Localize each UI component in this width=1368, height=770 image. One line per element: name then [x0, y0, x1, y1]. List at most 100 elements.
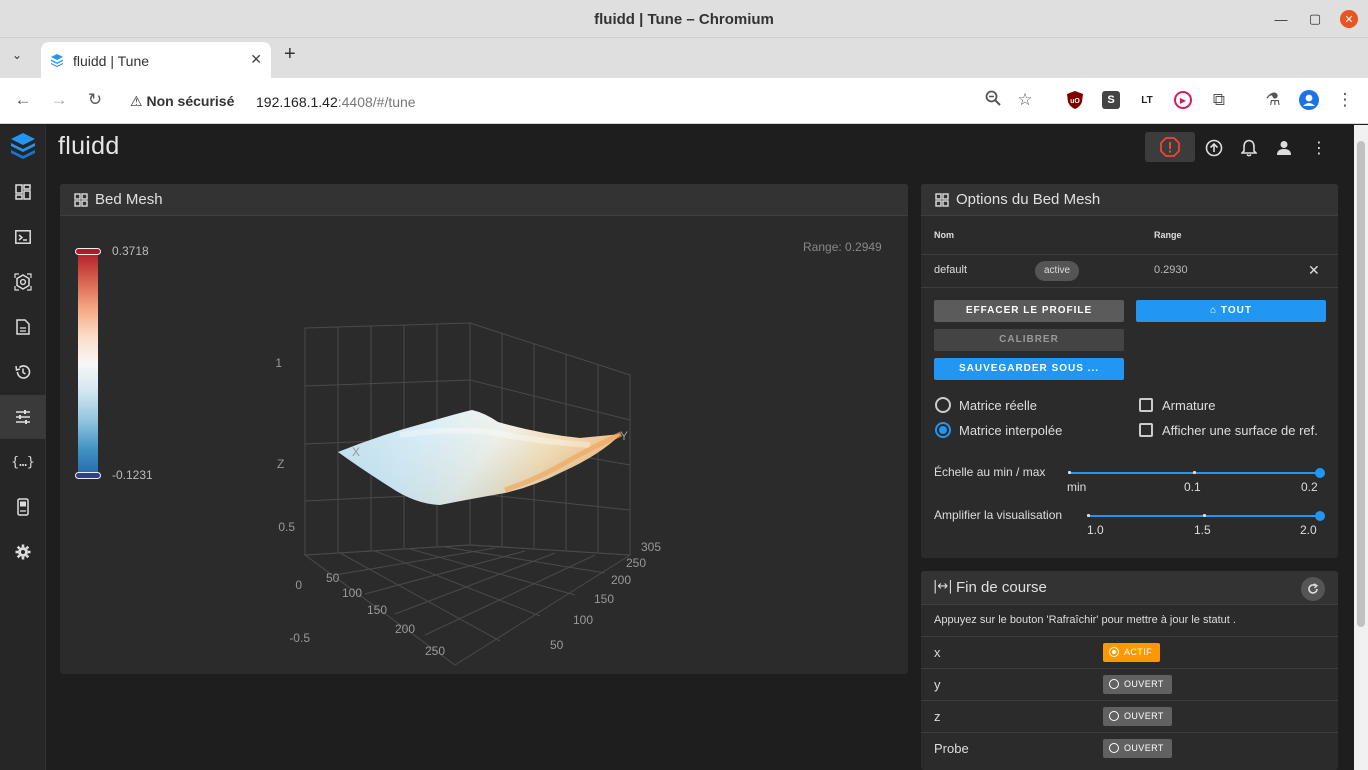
back-icon[interactable]: ← — [12, 90, 34, 112]
nav-dashboard[interactable] — [0, 170, 46, 214]
endstop-axis-label: y — [934, 677, 941, 692]
x-axis-label: X — [352, 445, 360, 459]
radio-interpolated-matrix[interactable] — [935, 422, 951, 438]
ublock-icon[interactable]: uO — [1066, 91, 1084, 109]
settings-icon — [15, 544, 31, 560]
endstop-axis-label: z — [934, 709, 941, 724]
refresh-icon — [1308, 583, 1319, 594]
color-scale-min-label: -0.1231 — [112, 468, 153, 482]
history-icon — [15, 365, 31, 379]
security-indicator[interactable]: ⚠ Non sécurisé — [130, 93, 234, 110]
clear-profile-button[interactable]: EFFACER LE PROFILE — [934, 300, 1124, 322]
jobs-icon — [16, 319, 30, 335]
amplify-tick-max: 2.0 — [1300, 523, 1317, 537]
z-tick-label: 0.5 — [278, 520, 295, 534]
radio-real-matrix[interactable] — [935, 397, 951, 413]
extensions-puzzle-icon[interactable]: ⧉ — [1208, 90, 1230, 112]
address-bar[interactable]: ⚠ Non sécurisé 192.168.1.42:4408/#/tune — [120, 84, 1044, 118]
refresh-endstops-button[interactable] — [1301, 577, 1325, 601]
amplify-slider-thumb[interactable] — [1315, 511, 1325, 521]
minimize-icon[interactable]: — — [1272, 10, 1290, 28]
endstops-card: |↔| Fin de course Appuyez sur le bouton … — [921, 571, 1338, 770]
y-tick: 50 — [550, 638, 564, 652]
nav-console[interactable] — [0, 215, 46, 259]
macros-icon: {…} — [11, 454, 35, 470]
languagetool-icon[interactable]: LT — [1138, 91, 1156, 109]
nav-macros[interactable]: {…} — [0, 440, 46, 484]
x-tick: 100 — [342, 586, 363, 600]
close-window-icon[interactable]: ✕ — [1340, 10, 1358, 28]
checkbox-wireframe-label: Armature — [1162, 398, 1216, 413]
home-all-button[interactable]: ⌂ TOUT — [1136, 300, 1326, 322]
page-scrollbar[interactable] — [1354, 125, 1368, 770]
column-header-name: Nom — [934, 230, 954, 240]
checkbox-flat-surface[interactable] — [1139, 423, 1153, 437]
url-text: 192.168.1.42:4408/#/tune — [256, 94, 416, 110]
nav-jobs[interactable] — [0, 305, 46, 349]
endstops-title: Fin de course — [956, 579, 1047, 596]
mesh-options-title: Options du Bed Mesh — [956, 191, 1101, 208]
zoom-icon[interactable] — [982, 90, 1004, 112]
save-as-button[interactable]: SAUVEGARDER SOUS ... — [934, 358, 1124, 380]
x-tick: 50 — [326, 571, 340, 585]
y-axis-label: Y — [620, 429, 628, 443]
color-scale-max-handle[interactable] — [75, 248, 101, 255]
lab-flask-icon[interactable]: ⚗ — [1262, 90, 1284, 112]
bookmark-star-icon[interactable]: ☆ — [1014, 90, 1036, 112]
calibrate-button[interactable]: CALIBRER — [934, 329, 1124, 351]
console-icon — [15, 230, 31, 244]
checkbox-flat-surface-label: Afficher une surface de ref. — [1162, 423, 1318, 438]
svg-text:uO: uO — [1070, 98, 1080, 105]
endstop-state-badge: OUVERT — [1103, 707, 1172, 726]
amplify-tick-min: 1.0 — [1087, 523, 1104, 537]
notifications-bell-icon[interactable] — [1238, 137, 1260, 159]
bed-mesh-title: Bed Mesh — [95, 191, 163, 208]
grid-icon — [74, 193, 88, 207]
amplify-tick-mid: 1.5 — [1194, 523, 1211, 537]
app-brand[interactable]: fluidd — [58, 132, 120, 161]
forward-icon[interactable]: → — [48, 90, 70, 112]
color-scale-min-handle[interactable] — [75, 472, 101, 479]
new-tab-icon[interactable]: + — [284, 43, 296, 66]
app-menu-icon[interactable]: ⋮ — [1308, 137, 1330, 159]
reload-icon[interactable]: ↻ — [84, 90, 106, 112]
browser-tab[interactable]: fluidd | Tune ✕ — [41, 42, 271, 78]
y-tick: 200 — [611, 573, 632, 587]
nav-tune[interactable] — [0, 395, 46, 439]
warning-icon: ⚠ — [130, 93, 143, 109]
bed-mesh-3d-plot[interactable]: Z X Y 1 0.5 0 -0.5 -1 — [250, 310, 680, 670]
nav-settings[interactable] — [0, 530, 46, 574]
user-account-icon[interactable] — [1273, 137, 1295, 159]
tab-close-icon[interactable]: ✕ — [250, 51, 262, 68]
dashboard-icon — [15, 184, 31, 200]
scale-slider-thumb[interactable] — [1315, 468, 1325, 478]
home-icon: ⌂ — [1210, 305, 1218, 316]
nav-system[interactable] — [0, 485, 46, 529]
endstops-header: |↔| Fin de course — [921, 571, 1338, 605]
amplify-slider-label: Amplifier la visualisation — [934, 508, 1063, 522]
printer-icon — [14, 273, 32, 291]
play-extension-icon[interactable]: ▶ — [1174, 91, 1192, 109]
remove-profile-icon[interactable]: ✕ — [1308, 262, 1320, 279]
fluidd-logo-icon[interactable] — [11, 133, 35, 163]
checkbox-wireframe[interactable] — [1139, 398, 1153, 412]
grid-icon — [935, 193, 949, 207]
z-tick-label: 0 — [295, 578, 302, 592]
color-scale-bar — [78, 251, 98, 477]
browser-menu-icon[interactable]: ⋮ — [1334, 90, 1356, 112]
color-scale-max-label: 0.3718 — [112, 244, 149, 258]
nav-history[interactable] — [0, 350, 46, 394]
scale-tick-mid: 0.1 — [1184, 480, 1201, 494]
radio-real-matrix-label: Matrice réelle — [959, 398, 1038, 413]
maximize-icon[interactable]: ▢ — [1306, 10, 1324, 28]
nav-printer[interactable] — [0, 260, 46, 304]
app-bar: fluidd ⋮ — [46, 125, 1354, 171]
tab-search-icon[interactable]: ⌄ — [12, 48, 22, 62]
scrollbar-thumb[interactable] — [1357, 141, 1365, 627]
mesh-options-header: Options du Bed Mesh — [921, 184, 1338, 216]
profile-avatar-icon[interactable] — [1298, 90, 1320, 112]
s-extension-icon[interactable]: S — [1102, 91, 1120, 109]
upload-print-icon[interactable] — [1203, 137, 1225, 159]
emergency-stop-button[interactable] — [1145, 132, 1195, 162]
x-tick: 200 — [395, 622, 416, 636]
